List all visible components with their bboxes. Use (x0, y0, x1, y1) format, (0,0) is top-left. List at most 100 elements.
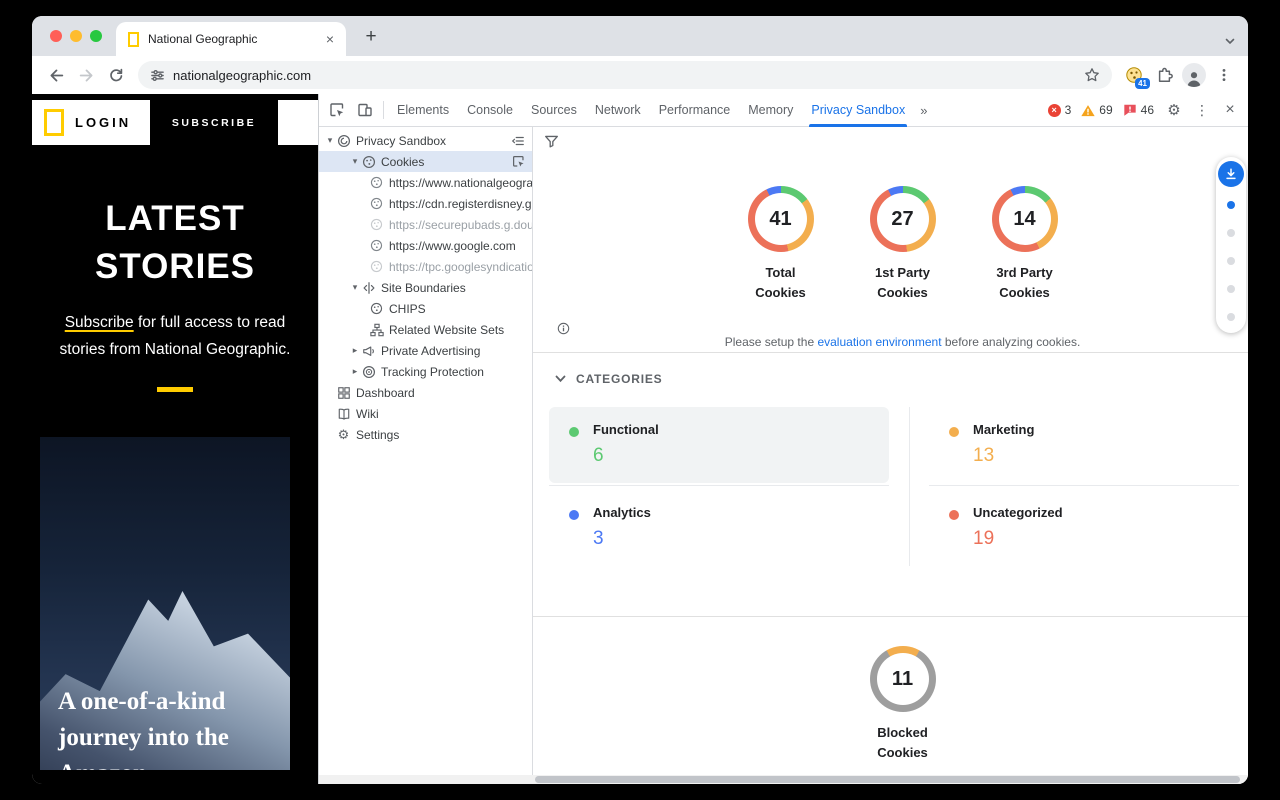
tree-item-related-website-sets[interactable]: Related Website Sets (319, 319, 532, 340)
nav-dot[interactable] (1227, 313, 1235, 321)
page-headline: LATEST STORIES (32, 195, 318, 290)
chevron-expanded-icon[interactable]: ▾ (349, 156, 361, 167)
tree-item-dashboard[interactable]: Dashboard (319, 382, 532, 403)
nav-dot[interactable] (1227, 257, 1235, 265)
nav-dot[interactable] (1227, 229, 1235, 237)
tree-item-settings[interactable]: ⚙ Settings (319, 424, 532, 445)
tree-item-domain[interactable]: https://www.google.com (319, 235, 532, 256)
natgeo-logo[interactable] (44, 109, 64, 136)
chevron-collapsed-icon[interactable]: ▸ (349, 345, 361, 356)
category-card-analytics[interactable]: Analytics 3 (549, 490, 889, 566)
issues-icon (1123, 103, 1137, 117)
tree-item-site-boundaries[interactable]: ▾ Site Boundaries (319, 277, 532, 298)
category-dot (569, 510, 579, 520)
cookie-domain-icon (369, 238, 384, 253)
chevron-expanded-icon[interactable]: ▾ (324, 135, 336, 146)
login-link[interactable]: LOGIN (75, 115, 131, 130)
inspect-icon[interactable] (323, 96, 351, 124)
site-header: LOGIN SUBSCRIBE (32, 100, 318, 145)
site-boundaries-icon (361, 280, 376, 295)
tab-performance[interactable]: Performance (650, 94, 740, 127)
subscribe-button[interactable]: SUBSCRIBE (150, 100, 278, 145)
story-title[interactable]: A one-of-a-kind journey into the Amazon (58, 684, 229, 770)
tree-item-wiki[interactable]: Wiki (319, 403, 532, 424)
devtools-settings-gear-icon[interactable]: ⚙ (1160, 96, 1188, 124)
tab-elements[interactable]: Elements (388, 94, 458, 127)
tree-item-domain[interactable]: https://www.nationalgeographic.com (319, 172, 532, 193)
new-tab-button[interactable]: + (358, 24, 384, 50)
webpage-natgeo: LOGIN SUBSCRIBE LATEST STORIES Subscribe… (32, 94, 318, 784)
extensions-puzzle-icon[interactable] (1150, 61, 1178, 89)
tab-sources[interactable]: Sources (522, 94, 586, 127)
tab-title: National Geographic (148, 32, 322, 46)
download-report-button[interactable] (1218, 161, 1244, 187)
browser-tab[interactable]: National Geographic × (116, 22, 346, 56)
cookie-domain-icon (369, 259, 384, 274)
floating-nav-toolbar (1216, 157, 1246, 333)
forward-icon[interactable] (72, 61, 100, 89)
url-bar[interactable]: nationalgeographic.com (138, 61, 1112, 89)
nav-dot-active[interactable] (1227, 201, 1235, 209)
cookie-icon (369, 301, 384, 316)
reload-icon[interactable] (102, 61, 130, 89)
tree-item-domain[interactable]: https://securepubads.g.doubleclick.net (319, 214, 532, 235)
scrollbar-thumb[interactable] (535, 776, 1240, 783)
warning-icon (1081, 104, 1095, 117)
category-card-marketing[interactable]: Marketing 13 (929, 407, 1239, 483)
tab-search-chevron-icon[interactable] (1224, 35, 1236, 47)
categories-section-header[interactable]: CATEGORIES (555, 372, 662, 386)
tree-item-domain[interactable]: https://cdn.registerdisney.go.com (319, 193, 532, 214)
inspect-element-icon[interactable] (512, 155, 525, 168)
horizontal-scrollbar[interactable] (319, 775, 1248, 784)
devtools-close-icon[interactable]: × (1216, 96, 1244, 124)
tree-item-domain[interactable]: https://tpc.googlesyndication.com (319, 256, 532, 277)
close-window-button[interactable] (50, 30, 62, 42)
site-info-icon[interactable] (150, 68, 165, 83)
donut-label: TotalCookies (755, 263, 806, 303)
status-badges: × 3 69 46 (1042, 103, 1160, 117)
browser-menu-icon[interactable] (1210, 61, 1238, 89)
evaluation-environment-link[interactable]: evaluation environment (817, 335, 941, 349)
tree-item-privacy-sandbox[interactable]: ▾ Privacy Sandbox (319, 130, 532, 151)
donut-label: BlockedCookies (877, 723, 928, 763)
blocked-cookies-section: 11 BlockedCookies (557, 646, 1248, 763)
subscribe-link[interactable]: Subscribe (65, 314, 134, 331)
tab-privacy-sandbox[interactable]: Privacy Sandbox (802, 94, 914, 127)
promo-text: Subscribe for full access to read storie… (32, 310, 318, 363)
tab-close-icon[interactable]: × (322, 31, 338, 47)
profile-avatar-icon[interactable] (1180, 61, 1208, 89)
chevron-expanded-icon[interactable]: ▾ (349, 282, 361, 293)
nav-dot[interactable] (1227, 285, 1235, 293)
section-divider (533, 352, 1248, 353)
category-dot (949, 510, 959, 520)
category-card-uncategorized[interactable]: Uncategorized 19 (929, 490, 1239, 566)
tab-console[interactable]: Console (458, 94, 522, 127)
tree-item-chips[interactable]: CHIPS (319, 298, 532, 319)
filter-funnel-icon[interactable] (544, 134, 559, 149)
psat-extension-icon[interactable]: 41 (1120, 61, 1148, 89)
donut-blocked-cookies: 11 BlockedCookies (853, 646, 953, 763)
psat-dashboard: 41 TotalCookies 27 1st PartyCookies (533, 127, 1248, 784)
zoom-window-button[interactable] (90, 30, 102, 42)
bookmark-star-icon[interactable] (1084, 67, 1100, 83)
sidebar-toggle-icon[interactable] (511, 134, 525, 148)
warning-badge[interactable]: 69 (1081, 103, 1112, 117)
chevron-collapsed-icon[interactable]: ▸ (349, 366, 361, 377)
headline-line1: LATEST (32, 195, 318, 243)
devtools-menu-icon[interactable]: ⋮ (1188, 96, 1216, 124)
minimize-window-button[interactable] (70, 30, 82, 42)
tab-memory[interactable]: Memory (739, 94, 802, 127)
error-badge[interactable]: × 3 (1048, 103, 1072, 117)
privacy-sandbox-tree: ▾ Privacy Sandbox ▾ Cookies https://www.… (319, 127, 533, 784)
back-icon[interactable] (42, 61, 70, 89)
donut-chart: 27 (870, 186, 936, 252)
issues-badge[interactable]: 46 (1123, 103, 1154, 117)
tree-item-tracking-protection[interactable]: ▸ Tracking Protection (319, 361, 532, 382)
category-card-functional[interactable]: Functional 6 (549, 407, 889, 483)
tree-item-cookies[interactable]: ▾ Cookies (319, 151, 532, 172)
device-toolbar-icon[interactable] (351, 96, 379, 124)
tree-item-private-advertising[interactable]: ▸ Private Advertising (319, 340, 532, 361)
cookie-domain-icon (369, 217, 384, 232)
more-tabs-icon[interactable]: » (914, 103, 933, 118)
tab-network[interactable]: Network (586, 94, 650, 127)
